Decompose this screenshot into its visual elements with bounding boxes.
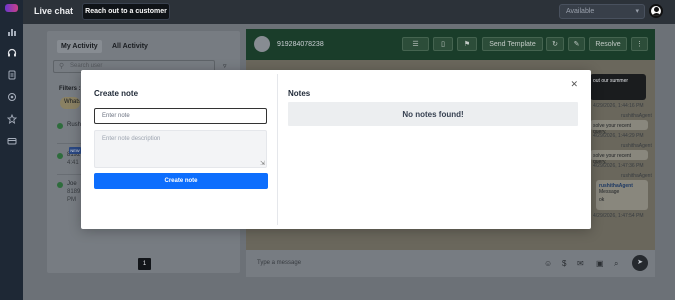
note-title-placeholder: Enter note xyxy=(102,113,130,119)
divider xyxy=(277,74,278,225)
note-description-input[interactable]: Enter note description ⇲ xyxy=(94,130,267,168)
note-description-placeholder: Enter note description xyxy=(102,136,161,142)
create-note-button[interactable]: Create note xyxy=(94,173,268,189)
notes-title: Notes xyxy=(288,89,311,98)
close-icon[interactable]: ✕ xyxy=(570,79,578,90)
notes-modal: ✕ Create note Enter note Enter note desc… xyxy=(81,70,591,229)
resize-handle-icon[interactable]: ⇲ xyxy=(260,160,265,167)
empty-notes-message: No notes found! xyxy=(288,102,578,126)
create-note-title: Create note xyxy=(94,89,139,98)
note-title-input[interactable]: Enter note xyxy=(94,108,267,124)
